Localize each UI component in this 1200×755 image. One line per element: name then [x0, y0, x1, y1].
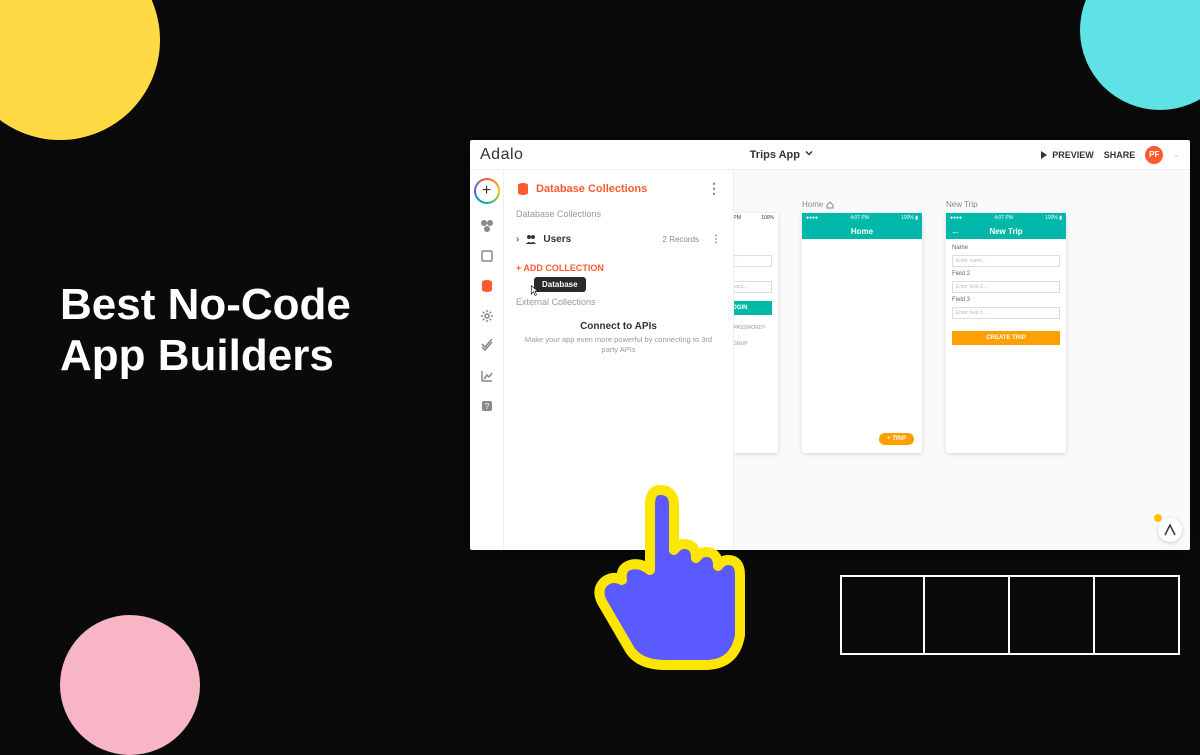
- screens-icon[interactable]: [479, 248, 495, 264]
- headline: Best No-Code App Builders: [60, 280, 351, 381]
- login-screen[interactable]: 4:07 PM100% Login Email Enter email... P…: [734, 213, 778, 453]
- decoration-grid: [840, 575, 1180, 655]
- home-icon: [826, 201, 834, 209]
- headline-line1: Best No-Code: [60, 280, 351, 331]
- field2[interactable]: Enter field 2...: [952, 281, 1060, 293]
- analytics-icon[interactable]: [479, 368, 495, 384]
- decoration-pink-circle: [60, 615, 200, 755]
- canvas-badge[interactable]: [1158, 518, 1182, 542]
- add-button[interactable]: +: [474, 178, 500, 204]
- add-trip-fab[interactable]: + TRIP: [879, 433, 914, 445]
- help-icon[interactable]: ?: [479, 398, 495, 414]
- more-icon[interactable]: ⋮: [711, 234, 721, 245]
- app-title: Trips App: [750, 149, 800, 161]
- database-icon[interactable]: [479, 278, 495, 294]
- components-icon[interactable]: [479, 218, 495, 234]
- svg-text:?: ?: [484, 402, 489, 411]
- password-field[interactable]: Enter password...: [734, 281, 772, 293]
- forgot-link[interactable]: FORGOT PASSWORD?: [734, 325, 772, 331]
- back-icon[interactable]: ←: [951, 226, 960, 236]
- user-avatar[interactable]: PF: [1145, 146, 1163, 164]
- preview-label: PREVIEW: [1052, 150, 1094, 160]
- screen-label-newtrip: New Trip: [946, 200, 1066, 209]
- field3[interactable]: Enter field 3...: [952, 307, 1060, 319]
- home-header: Home: [802, 223, 922, 239]
- users-count: 2 Records: [663, 235, 699, 244]
- add-collection-button[interactable]: + ADD COLLECTION Database: [516, 263, 721, 273]
- name-field[interactable]: Enter name...: [952, 255, 1060, 267]
- connect-apis-box[interactable]: Connect to APIs Make your app even more …: [516, 313, 721, 363]
- newtrip-header: ← New Trip: [946, 223, 1066, 239]
- home-screen[interactable]: ●●●●4:07 PM100% ▮ Home + TRIP: [802, 213, 922, 453]
- preview-button[interactable]: PREVIEW: [1040, 150, 1094, 160]
- play-icon: [1040, 151, 1048, 159]
- chevron-right-icon: ›: [516, 234, 519, 245]
- database-icon: [516, 182, 530, 196]
- signup-link[interactable]: SIGNUP: [734, 341, 772, 347]
- connect-title: Connect to APIs: [520, 321, 717, 332]
- app-title-dropdown[interactable]: Trips App: [523, 148, 1040, 161]
- share-button[interactable]: SHARE: [1104, 150, 1136, 160]
- app-builder-screenshot: Adalo Trips App PREVIEW SHARE PF ⌄ +: [470, 140, 1190, 550]
- publish-icon[interactable]: [479, 338, 495, 354]
- screen-label: [748, 200, 778, 209]
- users-icon: [525, 233, 537, 245]
- create-trip-button[interactable]: CREATE TRIP: [952, 331, 1060, 345]
- chevron-down-icon[interactable]: ⌄: [1173, 150, 1180, 159]
- database-panel: Database Collections ⋮ Database Collecti…: [504, 170, 734, 550]
- decoration-cyan-circle: [1080, 0, 1200, 110]
- newtrip-screen[interactable]: ●●●●4:07 PM100% ▮ ← New Trip Name Enter …: [946, 213, 1066, 453]
- chevron-down-icon: [804, 148, 814, 161]
- panel-title: Database Collections: [536, 183, 647, 195]
- login-button[interactable]: LOGIN: [734, 301, 772, 315]
- section-label: Database Collections: [516, 209, 721, 219]
- login-header: Login: [734, 223, 778, 239]
- screen-label-home: Home: [802, 200, 922, 209]
- connect-desc: Make your app even more powerful by conn…: [520, 335, 717, 355]
- headline-line2: App Builders: [60, 331, 351, 382]
- canvas[interactable]: 4:07 PM100% Login Email Enter email... P…: [734, 170, 1190, 550]
- tooltip-database: Database: [534, 277, 586, 292]
- sidebar: + ?: [470, 170, 504, 550]
- collection-users[interactable]: › Users 2 Records ⋮: [516, 227, 721, 251]
- app-header: Adalo Trips App PREVIEW SHARE PF ⌄: [470, 140, 1190, 170]
- users-label: Users: [543, 234, 571, 245]
- settings-icon[interactable]: [479, 308, 495, 324]
- adalo-icon: [1163, 523, 1177, 537]
- decoration-yellow-circle: [0, 0, 160, 140]
- logo: Adalo: [480, 146, 523, 164]
- external-label: External Collections: [516, 297, 721, 307]
- more-icon[interactable]: ⋮: [707, 180, 721, 197]
- email-field[interactable]: Enter email...: [734, 255, 772, 267]
- notification-dot: [1152, 512, 1164, 524]
